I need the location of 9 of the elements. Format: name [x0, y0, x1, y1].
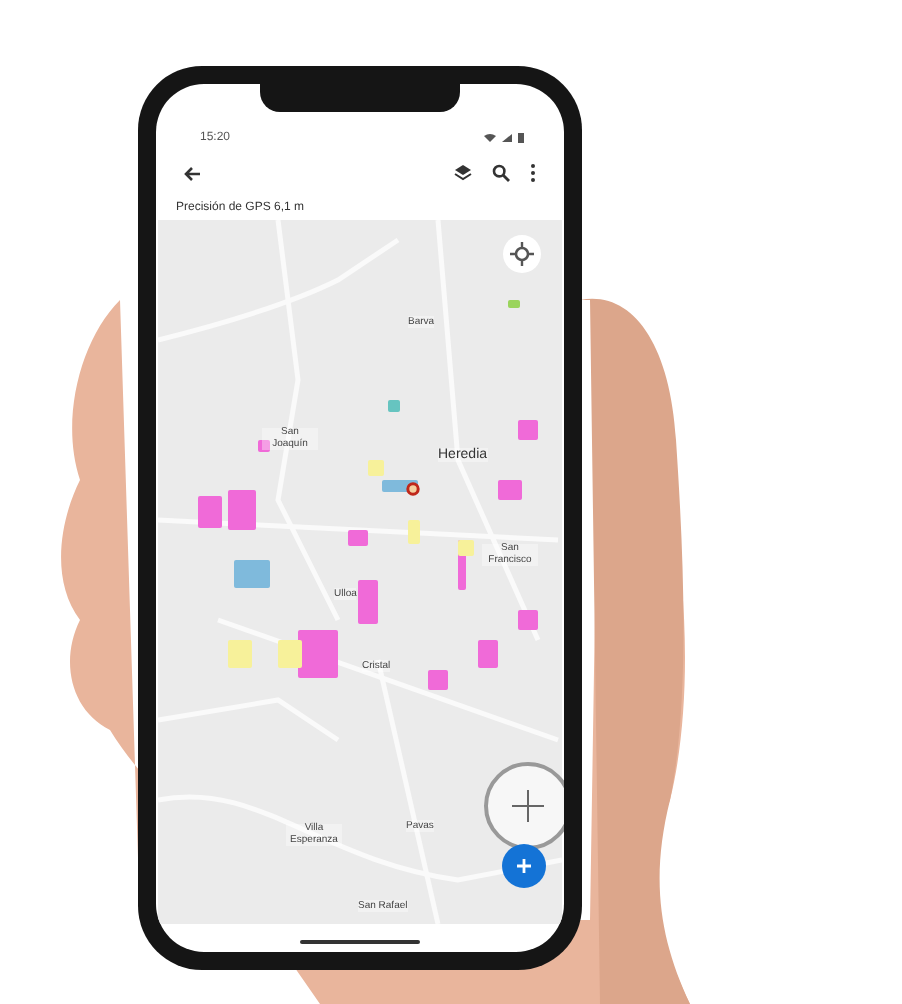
home-indicator	[300, 940, 420, 944]
status-icons	[484, 132, 528, 144]
location-marker-icon	[406, 482, 420, 496]
search-icon[interactable]	[492, 164, 510, 182]
back-arrow-icon[interactable]	[184, 165, 202, 181]
plus-icon	[516, 858, 532, 874]
layers-icon[interactable]	[454, 164, 472, 182]
my-location-button[interactable]	[502, 234, 542, 274]
more-icon[interactable]	[530, 164, 536, 182]
